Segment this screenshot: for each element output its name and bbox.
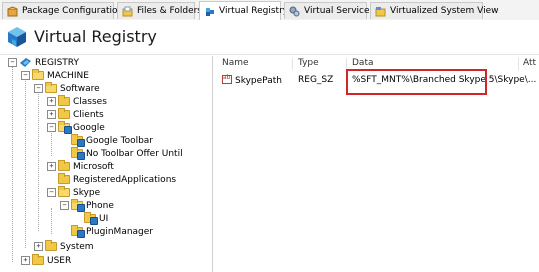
tree-node-clients[interactable]: + Clients: [47, 108, 104, 121]
tab-label: Files & Folders: [137, 6, 202, 16]
tree-node-registeredapplications[interactable]: RegisteredApplications: [47, 173, 176, 186]
registry-icon: [20, 58, 31, 67]
page-header: Virtual Registry: [0, 20, 539, 55]
tree-node-label: Software: [60, 83, 100, 94]
package-config-icon: [7, 5, 18, 16]
tab-files-folders[interactable]: Files & Folders: [117, 2, 202, 19]
tree-node-label: Google: [73, 122, 105, 133]
column-header-type[interactable]: Type: [298, 58, 319, 70]
tab-strip: Package Configuration Files & Folders Vi…: [0, 0, 539, 21]
folder-open-icon: [32, 69, 44, 80]
tree-node-label: Classes: [73, 96, 107, 107]
tree-node-google[interactable]: − Google: [47, 121, 105, 134]
folder-icon: [58, 173, 70, 184]
highlight-box: [346, 69, 487, 95]
folder-icon: [58, 108, 70, 119]
column-separator[interactable]: [292, 58, 293, 70]
tree-node-user[interactable]: + USER: [21, 254, 71, 267]
virtual-folder-icon: [71, 199, 85, 212]
tree-node-label: PluginManager: [86, 226, 153, 237]
folder-open-icon: [58, 186, 70, 197]
column-separator[interactable]: [518, 58, 519, 70]
page-title: Virtual Registry: [34, 27, 157, 46]
folder-icon: [58, 160, 70, 171]
tree-node-registry[interactable]: − REGISTRY: [8, 56, 79, 69]
tree-connector: [38, 91, 39, 231]
expand-toggle[interactable]: +: [47, 162, 56, 171]
folder-open-icon: [45, 82, 57, 93]
registry-cube-icon: [8, 27, 26, 47]
tree-node-no-toolbar-offer-until[interactable]: No Toolbar Offer Until: [60, 147, 183, 160]
tree-connector: [12, 66, 13, 262]
tree-connector: [25, 78, 26, 248]
virtual-registry-icon: [206, 7, 214, 16]
value-name: SkypePath: [235, 76, 282, 86]
tab-virtual-services[interactable]: Virtual Services: [284, 2, 374, 19]
tree-node-label: System: [60, 241, 94, 252]
expand-toggle[interactable]: +: [47, 110, 56, 119]
tree-node-pluginmanager[interactable]: PluginManager: [60, 225, 153, 238]
tab-virtual-registry[interactable]: Virtual Registry: [199, 1, 288, 20]
system-view-icon: [375, 6, 386, 16]
folder-icon: [32, 254, 44, 265]
tree-node-label: No Toolbar Offer Until: [86, 148, 183, 159]
virtual-services-icon: [289, 6, 300, 16]
expand-toggle[interactable]: +: [47, 97, 56, 106]
tree-node-google-toolbar[interactable]: Google Toolbar: [60, 134, 153, 147]
tree-node-machine[interactable]: − MACHINE: [21, 69, 89, 82]
tab-package-configuration[interactable]: Package Configuration: [2, 2, 123, 19]
column-header-attributes[interactable]: Att: [523, 58, 536, 70]
tree-node-software[interactable]: − Software: [34, 82, 100, 95]
virtual-folder-icon: [71, 225, 85, 238]
tree-node-label: Skype: [73, 187, 101, 198]
column-header-name[interactable]: Name: [222, 58, 249, 70]
files-folders-icon: [122, 6, 133, 16]
tree-node-label: MACHINE: [47, 70, 89, 81]
virtual-folder-icon: [71, 147, 85, 160]
expand-toggle[interactable]: +: [21, 256, 30, 265]
tree-node-phone[interactable]: − Phone: [60, 199, 114, 212]
collapse-toggle[interactable]: −: [8, 58, 17, 67]
tree-node-skype[interactable]: − Skype: [47, 186, 100, 199]
registry-tree[interactable]: − REGISTRY − MACHINE − Software + Classe…: [2, 56, 213, 272]
folder-icon: [45, 240, 57, 251]
collapse-toggle[interactable]: −: [47, 188, 56, 197]
value-type: REG_SZ: [298, 75, 334, 85]
tree-node-system[interactable]: + System: [34, 240, 94, 253]
tab-label: Virtualized System View: [390, 6, 499, 16]
tree-node-label: REGISTRY: [35, 57, 79, 68]
collapse-toggle[interactable]: −: [47, 123, 56, 132]
virtual-folder-icon: [58, 121, 72, 134]
table-row-name[interactable]: SkypePath: [222, 74, 282, 87]
tree-connector: [51, 208, 52, 234]
tree-node-ui[interactable]: UI: [73, 212, 108, 225]
tab-label: Virtual Registry: [219, 6, 289, 16]
tree-node-label: Phone: [86, 200, 114, 211]
tree-node-label: Clients: [73, 109, 104, 120]
expand-toggle[interactable]: +: [34, 242, 43, 251]
tree-node-label: USER: [47, 255, 72, 266]
collapse-toggle[interactable]: −: [60, 201, 69, 210]
tab-label: Package Configuration: [22, 6, 124, 16]
virtual-folder-icon: [71, 134, 85, 147]
collapse-toggle[interactable]: −: [34, 84, 43, 93]
virtual-folder-icon: [84, 212, 98, 225]
tree-node-label: RegisteredApplications: [73, 174, 177, 185]
tree-node-label: UI: [99, 213, 109, 224]
registry-values-list[interactable]: Name Type Data Att SkypePath REG_SZ %SFT…: [216, 56, 539, 272]
tree-node-label: Microsoft: [73, 161, 114, 172]
tab-virtualized-system-view[interactable]: Virtualized System View: [370, 2, 499, 19]
tab-label: Virtual Services: [304, 6, 375, 16]
collapse-toggle[interactable]: −: [21, 71, 30, 80]
string-value-icon: [222, 74, 232, 84]
tree-node-label: Google Toolbar: [86, 135, 154, 146]
tree-node-microsoft[interactable]: + Microsoft: [47, 160, 114, 173]
tree-node-classes[interactable]: + Classes: [47, 95, 107, 108]
folder-icon: [58, 95, 70, 106]
